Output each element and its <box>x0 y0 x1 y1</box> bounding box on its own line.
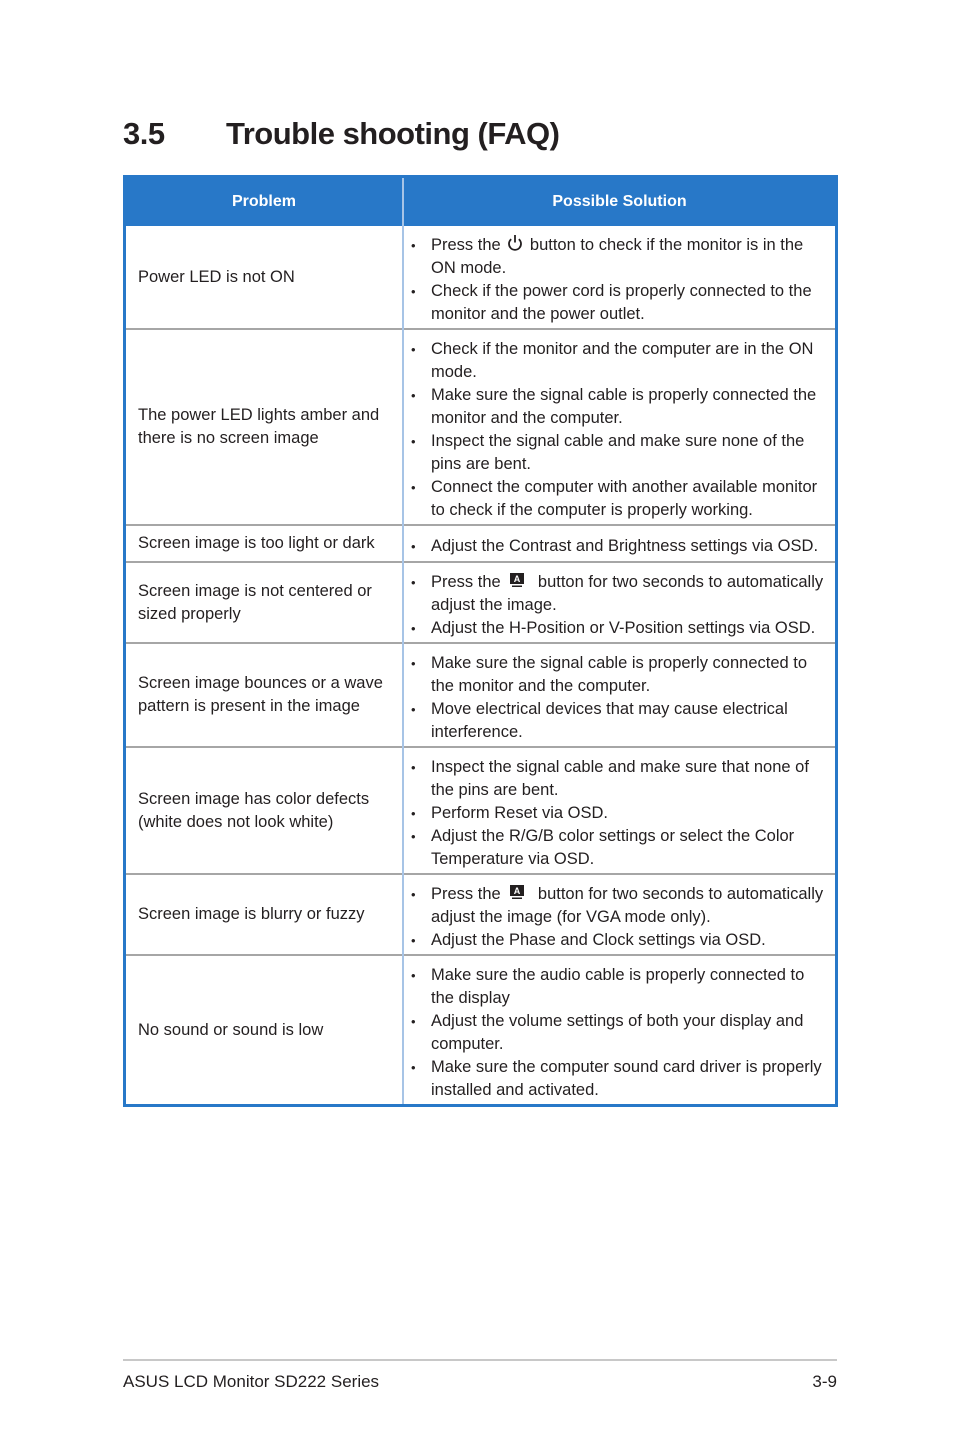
solution-list: Inspect the signal cable and make sure t… <box>408 756 831 871</box>
problem-cell: Power LED is not ON <box>124 226 404 329</box>
table-header-row: Problem Possible Solution <box>124 176 837 226</box>
solution-text: Check if the power cord is properly conn… <box>431 282 812 323</box>
solution-item: Make sure the audio cable is properly co… <box>408 964 831 1010</box>
section-number: 3.5 <box>123 116 165 151</box>
table-row: Power LED is not ONPress the button to c… <box>124 226 837 329</box>
power-icon <box>508 235 523 251</box>
solution-item: Adjust the R/G/B color settings or selec… <box>408 825 831 871</box>
solution-text: Make sure the computer sound card driver… <box>431 1058 822 1099</box>
table-row: Screen image has color defects (white do… <box>124 746 837 874</box>
svg-text:A: A <box>514 886 521 896</box>
solution-text: Adjust the volume settings of both your … <box>431 1012 804 1053</box>
column-header-solution: Possible Solution <box>403 176 837 226</box>
solution-text: Adjust the R/G/B color settings or selec… <box>431 827 795 868</box>
solution-list: Make sure the audio cable is properly co… <box>408 964 831 1102</box>
solution-text: Move electrical devices that may cause e… <box>431 700 788 741</box>
solution-item: Move electrical devices that may cause e… <box>408 698 831 744</box>
table-row: Screen image is blurry or fuzzyPress the… <box>124 873 837 955</box>
solution-text: Perform Reset via OSD. <box>431 804 608 822</box>
solution-text: Inspect the signal cable and make sure t… <box>431 758 809 799</box>
solution-cell: Press the A button for two seconds to au… <box>403 873 837 955</box>
problem-cell: Screen image is blurry or fuzzy <box>124 873 404 955</box>
solution-item: Perform Reset via OSD. <box>408 802 831 825</box>
table-row: The power LED lights amber and there is … <box>124 328 837 525</box>
solution-item: Connect the computer with another availa… <box>408 476 831 522</box>
solution-item: Adjust the H-Position or V-Position sett… <box>408 617 831 640</box>
solution-text: Make sure the audio cable is properly co… <box>431 966 805 1007</box>
solution-cell: Inspect the signal cable and make sure t… <box>403 746 837 874</box>
footer-divider <box>123 1359 837 1361</box>
solution-text: Inspect the signal cable and make sure n… <box>431 432 805 473</box>
solution-item: Adjust the Phase and Clock settings via … <box>408 929 831 952</box>
footer-product-name: ASUS LCD Monitor SD222 Series <box>123 1372 380 1391</box>
solution-list: Press the button to check if the monitor… <box>408 234 831 326</box>
solution-item: Make sure the signal cable is properly c… <box>408 384 831 430</box>
footer-page-number: 3-9 <box>812 1372 837 1391</box>
solution-text-before-icon: Press the <box>431 573 501 591</box>
problem-cell: No sound or sound is low <box>124 954 404 1106</box>
auto-adjust-icon: A <box>510 573 525 587</box>
solution-item: Make sure the signal cable is properly c… <box>408 652 831 698</box>
solution-item: Check if the power cord is properly conn… <box>408 280 831 326</box>
svg-text:A: A <box>514 574 521 584</box>
solution-item: Check if the monitor and the computer ar… <box>408 338 831 384</box>
solution-text-before-icon: Press the <box>431 236 501 254</box>
solution-item: Inspect the signal cable and make sure n… <box>408 430 831 476</box>
solution-item: Press the A button for two seconds to au… <box>408 883 831 929</box>
solution-cell: Check if the monitor and the computer ar… <box>403 328 837 525</box>
solution-item: Press the A button for two seconds to au… <box>408 571 831 617</box>
solution-text: Connect the computer with another availa… <box>431 478 818 519</box>
column-header-problem: Problem <box>124 176 404 226</box>
solution-text: Adjust the H-Position or V-Position sett… <box>431 619 816 637</box>
solution-cell: Press the button to check if the monitor… <box>403 226 837 329</box>
auto-adjust-icon: A <box>510 885 525 899</box>
table-row: Screen image bounces or a wave pattern i… <box>124 642 837 747</box>
solution-cell: Press the A button for two seconds to au… <box>403 561 837 643</box>
solution-list: Press the A button for two seconds to au… <box>408 571 831 640</box>
solution-text: Adjust the Contrast and Brightness setti… <box>431 537 819 555</box>
solution-item: Make sure the computer sound card driver… <box>408 1056 831 1102</box>
solution-list: Adjust the Contrast and Brightness setti… <box>408 535 831 558</box>
section-title: Trouble shooting (FAQ) <box>226 116 560 151</box>
solution-text-before-icon: Press the <box>431 885 501 903</box>
solution-item: Adjust the volume settings of both your … <box>408 1010 831 1056</box>
problem-cell: Screen image is too light or dark <box>124 524 404 562</box>
solution-item: Adjust the Contrast and Brightness setti… <box>408 535 831 558</box>
solution-text: Make sure the signal cable is properly c… <box>431 654 808 695</box>
table-row: Screen image is not centered or sized pr… <box>124 561 837 643</box>
section-heading: 3.5 Trouble shooting (FAQ) <box>123 116 560 152</box>
problem-cell: Screen image is not centered or sized pr… <box>124 561 404 643</box>
table-body: Power LED is not ONPress the button to c… <box>124 226 837 1106</box>
solution-text: Check if the monitor and the computer ar… <box>431 340 814 381</box>
solution-item: Press the button to check if the monitor… <box>408 234 831 280</box>
solution-cell: Adjust the Contrast and Brightness setti… <box>403 524 837 562</box>
solution-list: Check if the monitor and the computer ar… <box>408 338 831 522</box>
solution-item: Inspect the signal cable and make sure t… <box>408 756 831 802</box>
solution-cell: Make sure the audio cable is properly co… <box>403 954 837 1106</box>
problem-cell: Screen image has color defects (white do… <box>124 746 404 874</box>
faq-table: Problem Possible Solution Power LED is n… <box>123 175 838 1107</box>
table-row: Screen image is too light or dark Adjust … <box>124 524 837 562</box>
table-row: No sound or sound is low Make sure the a… <box>124 954 837 1106</box>
solution-text: Make sure the signal cable is properly c… <box>431 386 817 427</box>
solution-text: Adjust the Phase and Clock settings via … <box>431 931 766 949</box>
solution-cell: Make sure the signal cable is properly c… <box>403 642 837 747</box>
problem-cell: Screen image bounces or a wave pattern i… <box>124 642 404 747</box>
solution-list: Make sure the signal cable is properly c… <box>408 652 831 744</box>
solution-list: Press the A button for two seconds to au… <box>408 883 831 952</box>
problem-cell: The power LED lights amber and there is … <box>124 328 404 525</box>
